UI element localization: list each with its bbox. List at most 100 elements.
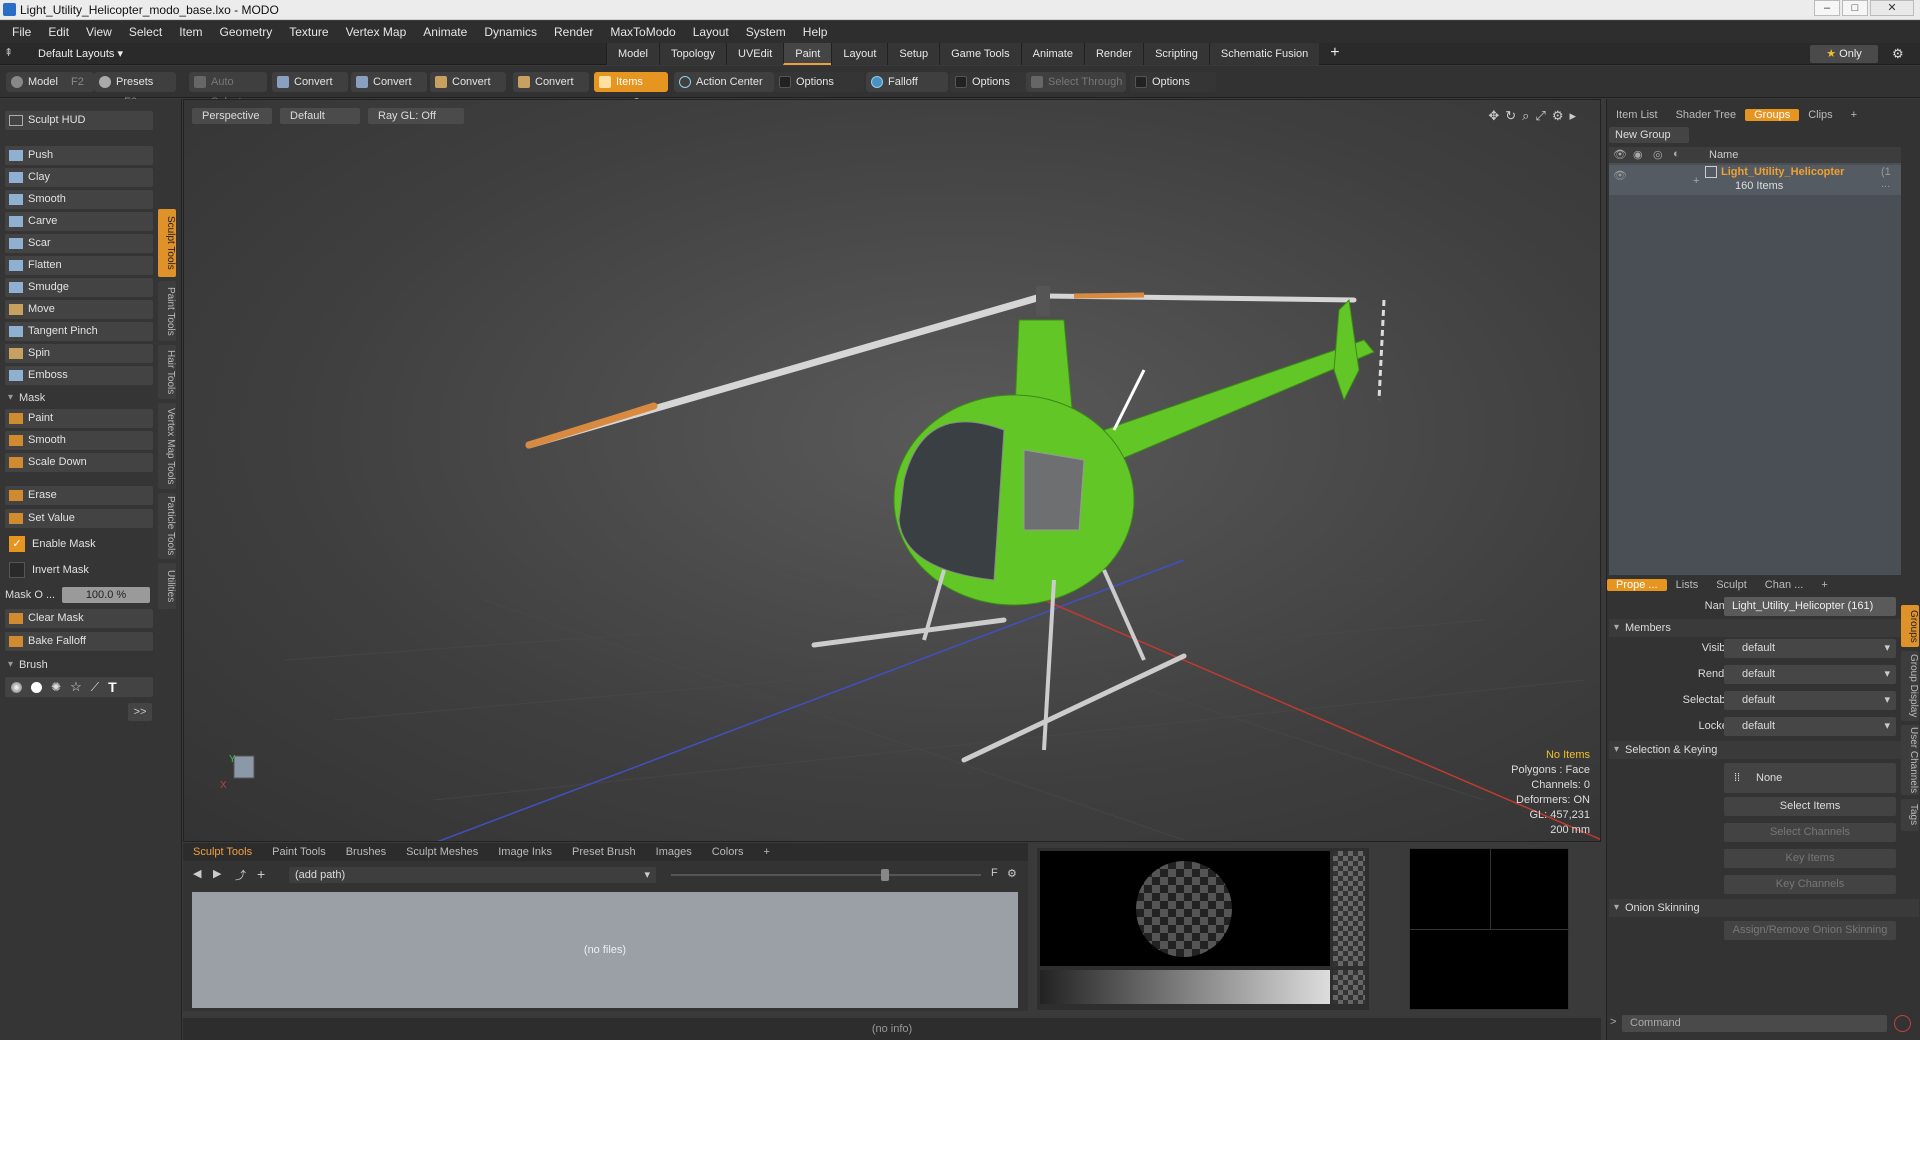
select-items-button[interactable]: Select Items: [1724, 797, 1896, 816]
new-group-button[interactable]: New Group: [1609, 127, 1689, 143]
maximize-icon[interactable]: ⤢: [1535, 108, 1551, 123]
tab-model[interactable]: Model: [606, 43, 659, 65]
tool-move[interactable]: Move: [5, 300, 153, 319]
tab-render[interactable]: Render: [1083, 43, 1144, 65]
file-list[interactable]: (no files): [192, 892, 1018, 1008]
btab-images[interactable]: Images: [646, 846, 702, 858]
tool-emboss[interactable]: Emboss: [5, 366, 153, 385]
tab-shader-tree[interactable]: Shader Tree: [1667, 109, 1746, 121]
menu-geometry[interactable]: Geometry: [220, 25, 273, 39]
name-field[interactable]: Light_Utility_Helicopter (161): [1724, 597, 1896, 616]
maximize-button[interactable]: □: [1842, 0, 1868, 16]
tab-uvedit[interactable]: UVEdit: [726, 43, 784, 65]
menu-texture[interactable]: Texture: [289, 25, 328, 39]
gear-icon[interactable]: ⚙: [1892, 46, 1904, 62]
tab-schematic-fusion[interactable]: Schematic Fusion: [1208, 43, 1320, 65]
items-button[interactable]: Items 5: [594, 72, 668, 107]
erase-button[interactable]: Erase: [5, 486, 153, 505]
tab-paint[interactable]: Paint: [783, 43, 832, 65]
menu-item[interactable]: Item: [179, 25, 202, 39]
btab-paint-tools[interactable]: Paint Tools: [262, 846, 336, 858]
auto-select-button[interactable]: Auto Select: [189, 72, 267, 108]
vtab-sculpt-tools[interactable]: Sculpt Tools: [158, 209, 176, 277]
selectable-dropdown[interactable]: default: [1724, 691, 1896, 710]
visibility-icon[interactable]: 👁: [1613, 148, 1627, 161]
menu-help[interactable]: Help: [803, 25, 828, 39]
name-column-header[interactable]: Name: [1709, 149, 1738, 161]
menu-edit[interactable]: Edit: [48, 25, 69, 39]
enable-mask-checkbox[interactable]: ✓ Enable Mask: [5, 535, 153, 554]
add-tab-button[interactable]: +: [1319, 43, 1350, 65]
vtab-particle-tools[interactable]: Particle Tools: [158, 493, 176, 559]
tool-tangent-pinch[interactable]: Tangent Pinch: [5, 322, 153, 341]
vtab-hair-tools[interactable]: Hair Tools: [158, 345, 176, 399]
menu-view[interactable]: View: [86, 25, 112, 39]
tool-push[interactable]: Push: [5, 146, 153, 165]
none-button[interactable]: ⁞⁞ None: [1724, 763, 1896, 793]
menu-select[interactable]: Select: [129, 25, 162, 39]
zoom-icon[interactable]: ⌕: [1522, 108, 1535, 123]
tab-scripting[interactable]: Scripting: [1143, 43, 1209, 65]
back-icon[interactable]: ◀: [193, 867, 201, 880]
menu-file[interactable]: File: [12, 25, 31, 39]
command-input[interactable]: Command: [1622, 1015, 1887, 1032]
hard-brush-icon[interactable]: [31, 681, 42, 693]
tool-scar[interactable]: Scar: [5, 234, 153, 253]
menu-animate[interactable]: Animate: [423, 25, 467, 39]
btab-sculpt-tools[interactable]: Sculpt Tools: [183, 846, 262, 858]
btab-preset-brush[interactable]: Preset Brush: [562, 846, 646, 858]
3d-viewport[interactable]: X Y Perspective Default Ray GL: Off ✥↻⌕⤢…: [183, 99, 1601, 842]
only-toggle[interactable]: ★ Only: [1810, 45, 1878, 63]
onion-skinning-section[interactable]: Onion Skinning: [1609, 899, 1919, 917]
view-type-dropdown[interactable]: Perspective: [192, 108, 272, 124]
btab-brushes[interactable]: Brushes: [336, 846, 396, 858]
viewport-menu-icon[interactable]: ▸: [1569, 108, 1582, 123]
vtab-tags[interactable]: Tags: [1901, 799, 1919, 831]
vtab-vertex-map-tools[interactable]: Vertex Map Tools: [158, 403, 176, 489]
members-section[interactable]: Members: [1609, 619, 1919, 637]
tool-smooth[interactable]: Smooth: [5, 190, 153, 209]
btab-colors[interactable]: Colors: [702, 846, 754, 858]
add-path-icon[interactable]: +: [257, 866, 265, 882]
locked-dropdown[interactable]: default: [1724, 717, 1896, 736]
layout-switch-icon[interactable]: ⇞: [4, 46, 13, 59]
falloff-options-button[interactable]: Options: [950, 72, 1032, 92]
select-through-button[interactable]: Select Through: [1026, 72, 1126, 92]
presets-button[interactable]: Presets F6: [94, 72, 176, 108]
action-center-button[interactable]: Action Center: [674, 72, 774, 92]
tool-flatten[interactable]: Flatten: [5, 256, 153, 275]
convert-materials-button[interactable]: Convert: [513, 72, 589, 92]
expand-icon[interactable]: +: [1693, 175, 1699, 187]
lock-icon[interactable]: ◎: [1653, 148, 1663, 161]
minimize-button[interactable]: –: [1814, 0, 1840, 16]
falloff-button[interactable]: Falloff: [866, 72, 948, 92]
forward-icon[interactable]: ▶: [213, 867, 221, 880]
vtab-group-display[interactable]: Group Display: [1901, 651, 1919, 721]
mask-opacity-field[interactable]: 100.0 %: [62, 587, 150, 603]
menu-maxtomodo[interactable]: MaxToModo: [610, 25, 675, 39]
render-icon[interactable]: ◉: [1633, 148, 1643, 161]
visible-dropdown[interactable]: default: [1724, 639, 1896, 658]
key-items-button[interactable]: Key Items: [1724, 849, 1896, 868]
tab-game-tools[interactable]: Game Tools: [939, 43, 1021, 65]
render-dropdown[interactable]: default: [1724, 665, 1896, 684]
tab-groups[interactable]: Groups: [1745, 109, 1800, 121]
procedural-brush-icon[interactable]: ✺: [51, 680, 61, 694]
set-value-button[interactable]: Set Value: [5, 509, 153, 528]
tab-animate[interactable]: Animate: [1020, 43, 1084, 65]
pan-icon[interactable]: ✥: [1488, 108, 1505, 123]
shading-style-dropdown[interactable]: Default: [280, 108, 360, 124]
btab-add[interactable]: +: [754, 846, 780, 858]
filter-icon[interactable]: F: [991, 867, 998, 879]
convert-edges-button[interactable]: Convert: [351, 72, 427, 92]
vtab-utilities[interactable]: Utilities: [158, 563, 176, 609]
group-row[interactable]: 👁 + Light_Utility_Helicopter (1 ... 160 …: [1609, 165, 1901, 195]
thumbnail-size-slider[interactable]: [671, 874, 981, 876]
convert-vertices-button[interactable]: Convert: [272, 72, 348, 92]
action-center-options-button[interactable]: Options: [774, 72, 864, 92]
image-brush-icon[interactable]: ⟋: [91, 680, 99, 695]
slider-handle[interactable]: [881, 869, 889, 881]
tab-add[interactable]: +: [1842, 109, 1866, 121]
tab-topology[interactable]: Topology: [658, 43, 727, 65]
menu-render[interactable]: Render: [554, 25, 593, 39]
